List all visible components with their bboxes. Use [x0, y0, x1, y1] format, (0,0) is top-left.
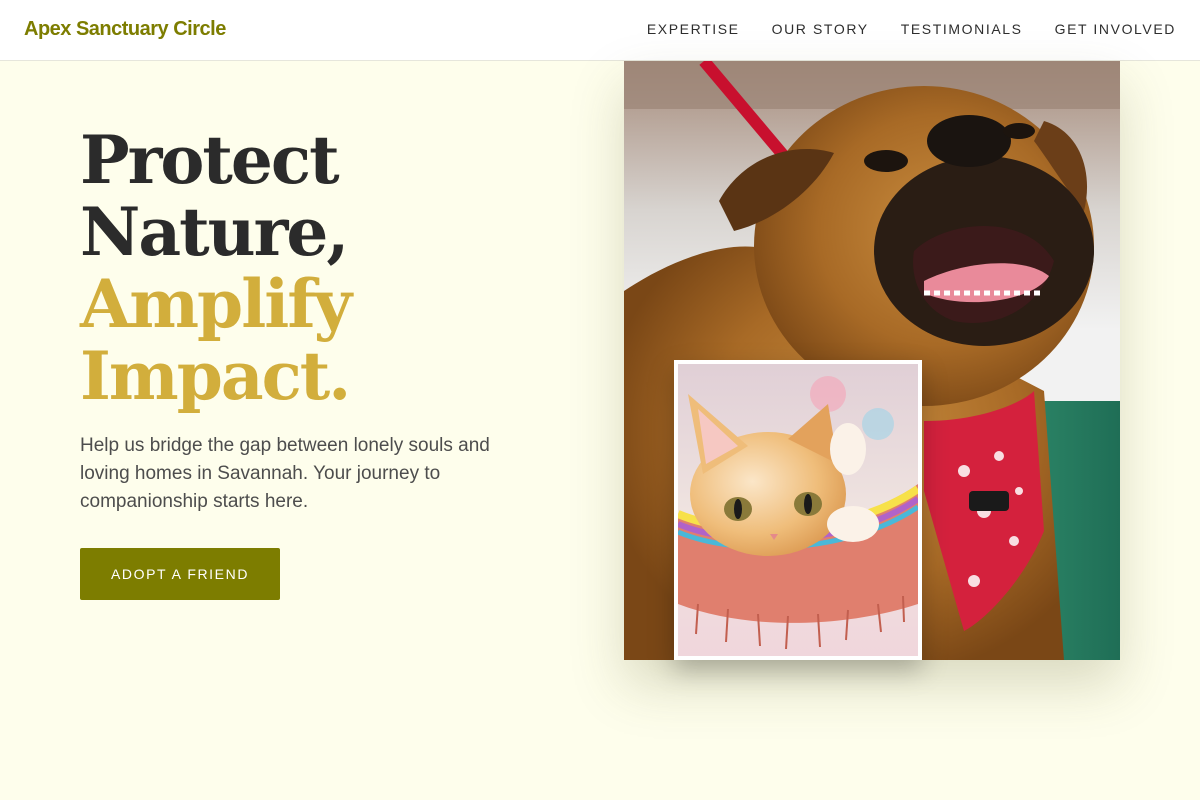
main-nav: EXPERTISE OUR STORY TESTIMONIALS GET INV…	[647, 21, 1176, 37]
brand-logo-link[interactable]: Apex Sanctuary Circle	[24, 18, 226, 41]
kitten-illustration	[678, 364, 918, 656]
nav-link-expertise[interactable]: EXPERTISE	[647, 21, 740, 37]
hero-title-line-4: Impact.	[80, 337, 351, 415]
hero-title-line-3: Amplify	[80, 265, 352, 343]
kitten-photo	[674, 360, 922, 660]
nav-link-get-involved[interactable]: GET INVOLVED	[1055, 21, 1176, 37]
hero-title-line-1: Protect	[80, 121, 340, 199]
nav-link-testimonials[interactable]: TESTIMONIALS	[901, 21, 1023, 37]
hero-title-line-2: Nature,	[80, 193, 349, 271]
nav-link-our-story[interactable]: OUR STORY	[772, 21, 869, 37]
hero-subtitle: Help us bridge the gap between lonely so…	[80, 435, 490, 512]
top-navigation-bar: Apex Sanctuary Circle EXPERTISE OUR STOR…	[0, 0, 1200, 61]
adopt-a-friend-button[interactable]: ADOPT A FRIEND	[80, 548, 280, 600]
hero-title: Protect Nature, Amplify Impact.	[80, 121, 352, 415]
